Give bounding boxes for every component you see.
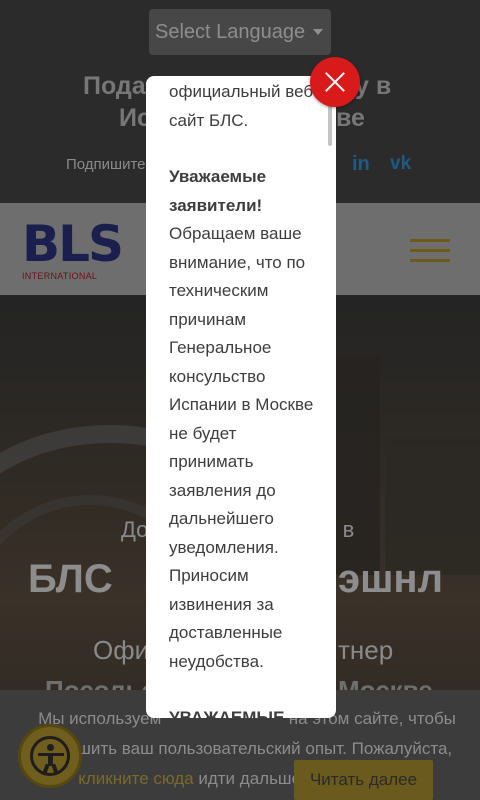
hero-text-part: Офи [93, 635, 150, 665]
hero-building-shape [385, 435, 480, 575]
modal-heading-text: Уважаемые заявители! [169, 167, 267, 215]
modal-text-top: официальный веб-сайт БЛС. [169, 82, 319, 130]
modal-heading-2-text: УВАЖАЕМЫЕ [169, 708, 285, 718]
logo-text: BLS [22, 215, 124, 273]
cookie-text-part: улучшить ваш пользовательский опыт. Пожа… [41, 739, 453, 758]
top-heading-part: ве [336, 104, 365, 132]
modal-body: Обращаем ваше внимание, что по техническ… [169, 224, 314, 671]
language-select-label: Select Language [155, 21, 306, 43]
language-select[interactable]: Select Language [149, 9, 331, 55]
close-icon[interactable] [310, 57, 360, 107]
hero-text-part: эшнл [338, 557, 443, 601]
chevron-down-icon [313, 29, 323, 35]
linkedin-icon[interactable]: in [352, 153, 370, 176]
hero-text-part: тнер [338, 635, 394, 665]
announcement-modal[interactable]: официальный веб-сайт БЛС. Уважаемые заяв… [146, 76, 336, 718]
accessibility-icon[interactable] [18, 724, 82, 788]
top-heading-part: Пода [83, 72, 146, 100]
modal-heading: Уважаемые заявители! [169, 163, 319, 220]
cookie-text-part: идти дальше. [198, 769, 306, 788]
vk-icon[interactable]: vk [390, 153, 411, 175]
hero-text-part: БЛС [28, 557, 113, 601]
cookie-link[interactable]: кликните сюда [78, 769, 193, 788]
bls-logo[interactable]: BLS INTERNATIONAL [22, 215, 124, 281]
top-heading-part: у в [355, 72, 392, 100]
menu-icon[interactable] [410, 239, 450, 269]
read-more-button[interactable]: Читать далее [294, 760, 433, 800]
subscribe-text: Подпишите [66, 156, 146, 173]
hero-text-part: До [121, 517, 149, 542]
modal-heading-2: УВАЖАЕМЫЕ [169, 704, 319, 718]
modal-content: официальный веб-сайт БЛС. Уважаемые заяв… [169, 76, 319, 718]
